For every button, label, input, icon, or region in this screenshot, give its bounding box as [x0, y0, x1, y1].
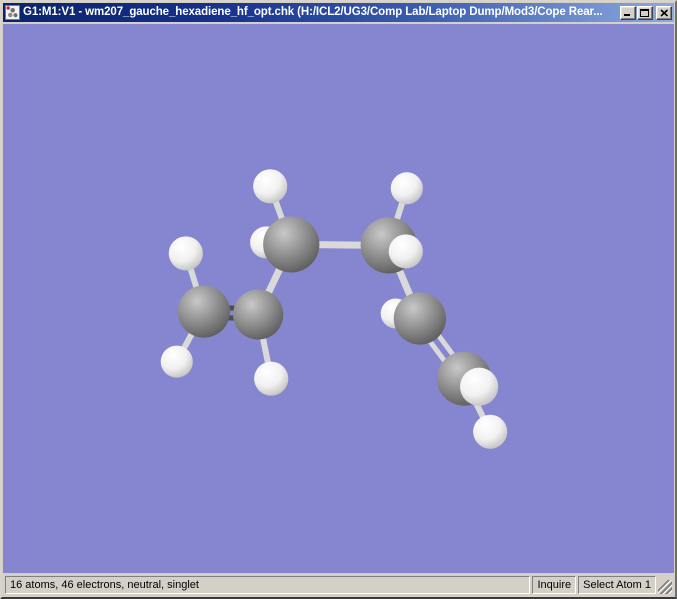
close-icon	[659, 8, 668, 17]
atom-C3[interactable]	[263, 216, 320, 273]
selection-panel: Select Atom 1	[578, 576, 656, 594]
window-title: G1:M1:V1 - wm207_gauche_hexadiene_hf_opt…	[23, 6, 603, 18]
minimize-button[interactable]	[620, 5, 636, 20]
atom-H2[interactable]	[390, 172, 423, 205]
window-controls	[620, 5, 672, 20]
molecule-model	[160, 169, 508, 449]
atom-H6[interactable]	[160, 345, 193, 378]
minimize-icon	[624, 14, 630, 16]
atom-H8[interactable]	[460, 367, 499, 406]
atom-H5[interactable]	[388, 234, 423, 269]
status-bar: 16 atoms, 46 electrons, neutral, singlet…	[3, 574, 674, 596]
maximize-button[interactable]	[637, 5, 653, 20]
close-button[interactable]	[656, 5, 672, 20]
atom-C1[interactable]	[177, 285, 231, 338]
molecule-info-panel: 16 atoms, 46 electrons, neutral, singlet	[5, 576, 531, 594]
mode-panel: Inquire	[532, 576, 577, 594]
atom-C5[interactable]	[393, 292, 446, 345]
atom-H1[interactable]	[253, 169, 288, 204]
gaussview-window: G1:M1:V1 - wm207_gauche_hexadiene_hf_opt…	[0, 0, 677, 599]
atom-H9[interactable]	[473, 414, 508, 449]
app-icon[interactable]	[5, 5, 20, 20]
atom-H7[interactable]	[254, 361, 289, 396]
resize-grip[interactable]	[658, 580, 672, 594]
atom-H3[interactable]	[168, 236, 203, 271]
atom-C2[interactable]	[233, 289, 284, 340]
molecule-viewport[interactable]	[3, 24, 674, 573]
maximize-icon	[640, 9, 649, 17]
titlebar[interactable]: G1:M1:V1 - wm207_gauche_hexadiene_hf_opt…	[3, 3, 674, 22]
